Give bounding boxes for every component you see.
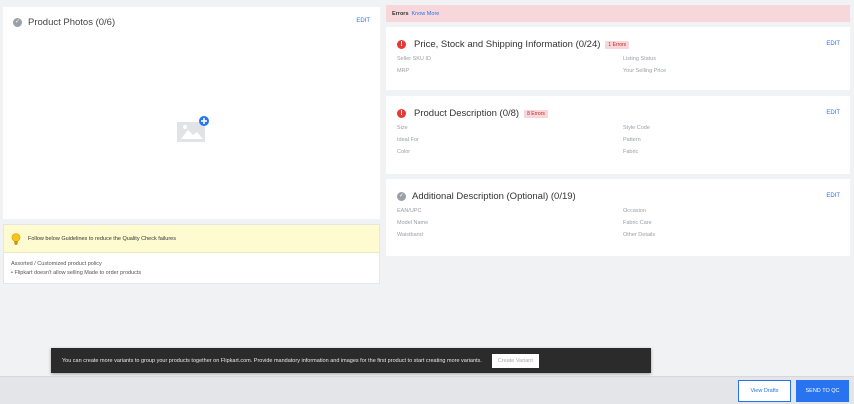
description-section-title: Product Description (0/8) [414,108,520,119]
create-variant-button[interactable]: Create Variant [491,353,539,368]
field-label: Other Details [623,232,656,238]
check-circle-icon: ✓ [397,192,406,201]
price-stock-shipping-section: ! Price, Stock and Shipping Information … [386,27,850,90]
guidelines-banner: Follow below Guidelines to reduce the Qu… [4,225,379,253]
field-label: Fabric Care [623,220,652,226]
check-circle-icon: ✓ [13,18,22,27]
guidelines-banner-text: Follow below Guidelines to reduce the Qu… [28,235,176,242]
price-fields: Seller SKU ID Listing Status MRP Your Se… [386,56,850,74]
additional-description-section: ✓ Additional Description (Optional) (0/1… [386,179,850,256]
product-photos-header: ✓ Product Photos (0/6) EDIT [3,7,380,38]
field-label: Style Code [623,125,650,131]
policy-title: Assorted / Customized product policy [11,261,102,267]
field-label: Waistband [397,232,423,238]
lightbulb-icon [11,232,21,245]
view-drafts-button[interactable]: View Drafts [738,380,791,402]
image-add-icon[interactable] [175,116,209,142]
toast-message: You can create more variants to group yo… [62,357,482,364]
price-section-title: Price, Stock and Shipping Information (0… [414,39,601,50]
guidelines-body: Assorted / Customized product policy • F… [4,253,379,285]
additional-section-title: Additional Description (Optional) (0/19) [412,191,576,202]
field-label: Color [397,149,411,155]
description-fields: Size Style Code Ideal For Pattern Color … [386,125,850,155]
product-photos-title: Product Photos (0/6) [28,17,116,28]
field-label: Size [397,125,408,131]
description-section-header: ! Product Description (0/8) 8 Errors EDI… [386,96,850,125]
guidelines-card: Follow below Guidelines to reduce the Qu… [3,224,380,284]
field-label: EAN/UPC [397,208,422,214]
field-label: Listing Status [623,56,657,62]
footer-bar: View Drafts SEND TO QC [0,376,854,404]
field-label: Model Name [397,220,429,226]
price-edit-link[interactable]: EDIT [826,41,840,47]
photos-edit-link[interactable]: EDIT [356,18,370,24]
description-edit-link[interactable]: EDIT [826,110,840,116]
field-label: Ideal For [397,137,419,143]
field-label: Seller SKU ID [397,56,431,62]
errors-bar: Errors Know More [386,5,850,22]
errors-label: Errors [392,10,409,17]
product-photos-card: ✓ Product Photos (0/6) EDIT [3,7,380,219]
error-icon: ! [397,109,406,118]
error-count-badge: 8 Errors [524,109,548,118]
additional-edit-link[interactable]: EDIT [826,193,840,199]
field-label: Occasion [623,208,646,214]
error-icon: ! [397,40,406,49]
policy-item: • Flipkart doesn't allow selling Made to… [11,270,142,276]
field-label: Pattern [623,137,641,143]
error-count-badge: 1 Errors [605,40,630,49]
additional-fields: EAN/UPC Occasion Model Name Fabric Care … [386,208,850,238]
price-section-header: ! Price, Stock and Shipping Information … [386,27,850,56]
product-description-section: ! Product Description (0/8) 8 Errors EDI… [386,96,850,174]
know-more-link[interactable]: Know More [412,11,440,17]
field-label: Fabric [623,149,639,155]
field-label: MRP [397,68,410,74]
field-label: Your Selling Price [623,68,667,74]
additional-section-header: ✓ Additional Description (Optional) (0/1… [386,179,850,208]
send-to-qc-button[interactable]: SEND TO QC [796,380,849,402]
variants-toast: You can create more variants to group yo… [51,348,651,373]
